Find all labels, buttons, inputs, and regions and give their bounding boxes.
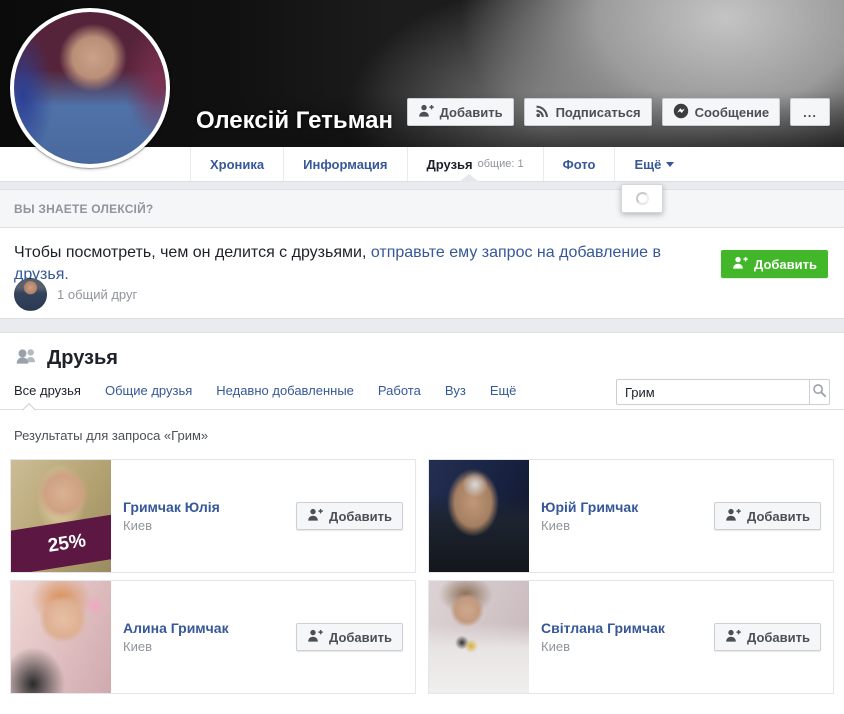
tab-more[interactable]: Ещё	[614, 147, 693, 181]
message-label: Сообщение	[695, 105, 770, 120]
filter-more[interactable]: Ещё	[490, 383, 517, 398]
tab-info[interactable]: Информация	[283, 147, 406, 181]
friend-name-link[interactable]: Світлана Гримчак	[541, 620, 714, 636]
friend-card: Юрій Гримчак Киев Добавить	[428, 459, 834, 573]
do-you-know-card: ВЫ ЗНАЕТЕ ОЛЕКСІЙ? Чтобы посмотреть, чем…	[0, 189, 844, 319]
cover-action-bar: Добавить Подписаться Сообщение ...	[407, 98, 830, 126]
more-actions-button[interactable]: ...	[790, 98, 830, 126]
ellipsis-icon: ...	[803, 105, 817, 120]
person-add-icon	[732, 255, 748, 274]
person-add-icon	[725, 628, 741, 647]
message-button[interactable]: Сообщение	[662, 98, 781, 126]
friend-card: 25% Гримчак Юлія Киев Добавить	[10, 459, 416, 573]
add-friend-green-label: Добавить	[754, 257, 817, 272]
tab-more-label: Ещё	[634, 157, 661, 172]
card-add-friend-button[interactable]: Добавить	[714, 623, 821, 651]
more-menu-loading-popup	[621, 184, 663, 213]
friend-city: Киев	[541, 639, 714, 654]
filter-all-friends[interactable]: Все друзья	[14, 383, 81, 398]
add-friend-label: Добавить	[440, 105, 503, 120]
tab-timeline[interactable]: Хроника	[190, 147, 283, 181]
filter-recently-added[interactable]: Недавно добавленные	[216, 383, 354, 398]
card-add-label: Добавить	[747, 509, 810, 524]
tab-info-label: Информация	[303, 157, 387, 172]
friend-photo[interactable]	[429, 460, 529, 572]
friend-photo[interactable]: 25%	[11, 460, 111, 572]
friends-panel: Друзья Все друзья Общие друзья Недавно д…	[0, 332, 844, 714]
add-friend-button[interactable]: Добавить	[407, 98, 514, 126]
card-add-label: Добавить	[329, 509, 392, 524]
friends-title: Друзья	[47, 347, 118, 370]
photo-ribbon: 25%	[11, 511, 111, 572]
tab-photos-label: Фото	[563, 157, 596, 172]
friend-city: Киев	[541, 518, 714, 533]
friend-card: Алина Гримчак Киев Добавить	[10, 580, 416, 694]
person-add-icon	[418, 103, 434, 122]
friends-heading: Друзья	[0, 333, 844, 378]
card-add-friend-button[interactable]: Добавить	[714, 502, 821, 530]
follow-label: Подписаться	[556, 105, 641, 120]
mutual-friends-label: 1 общий друг	[57, 287, 137, 302]
friend-name-link[interactable]: Гримчак Юлія	[123, 499, 296, 515]
tab-friends-badge: общие: 1	[478, 158, 524, 170]
friend-city: Киев	[123, 639, 296, 654]
ribbon-text: 25%	[46, 530, 87, 558]
loading-spinner-icon	[636, 192, 649, 205]
friend-photo[interactable]	[11, 581, 111, 693]
messenger-icon	[673, 103, 689, 122]
mutual-friends-row[interactable]: 1 общий друг	[14, 278, 137, 311]
friends-search-box	[616, 379, 830, 405]
search-icon	[812, 383, 827, 401]
search-button[interactable]	[809, 380, 829, 404]
friends-filter-bar: Все друзья Общие друзья Недавно добавлен…	[0, 383, 844, 410]
friends-icon	[14, 346, 37, 370]
friend-name-link[interactable]: Алина Гримчак	[123, 620, 296, 636]
friend-city: Киев	[123, 518, 296, 533]
tab-photos[interactable]: Фото	[543, 147, 615, 181]
card-add-label: Добавить	[329, 630, 392, 645]
do-you-know-body: Чтобы посмотреть, чем он делится с друзь…	[0, 228, 844, 318]
filter-college[interactable]: Вуз	[445, 383, 466, 398]
chevron-down-icon	[666, 162, 674, 167]
tab-timeline-label: Хроника	[210, 157, 264, 172]
card-add-label: Добавить	[747, 630, 810, 645]
profile-name: Олексій Гетьман	[196, 107, 393, 135]
person-add-icon	[307, 628, 323, 647]
filter-mutual-friends[interactable]: Общие друзья	[105, 383, 192, 398]
tab-friends-label: Друзья	[427, 157, 473, 172]
search-results-label: Результаты для запроса «Грим»	[0, 410, 844, 459]
friend-name-link[interactable]: Юрій Гримчак	[541, 499, 714, 515]
add-friend-green-button[interactable]: Добавить	[721, 250, 828, 278]
mutual-friend-avatar[interactable]	[14, 278, 47, 311]
friend-card: Світлана Гримчак Киев Добавить	[428, 580, 834, 694]
friend-cards-grid: 25% Гримчак Юлія Киев Добавить Юрій Грим…	[0, 459, 844, 694]
friend-photo[interactable]	[429, 581, 529, 693]
hint-plain-text: Чтобы посмотреть, чем он делится с друзь…	[14, 244, 371, 261]
friends-search-input[interactable]	[617, 380, 809, 404]
follow-button[interactable]: Подписаться	[524, 98, 652, 126]
person-add-icon	[307, 507, 323, 526]
person-add-icon	[725, 507, 741, 526]
profile-picture[interactable]	[10, 8, 170, 168]
do-you-know-header: ВЫ ЗНАЕТЕ ОЛЕКСІЙ?	[0, 190, 844, 228]
card-add-friend-button[interactable]: Добавить	[296, 502, 403, 530]
active-tab-pointer	[459, 174, 479, 182]
filter-work[interactable]: Работа	[378, 383, 421, 398]
rss-icon	[535, 103, 550, 122]
card-add-friend-button[interactable]: Добавить	[296, 623, 403, 651]
